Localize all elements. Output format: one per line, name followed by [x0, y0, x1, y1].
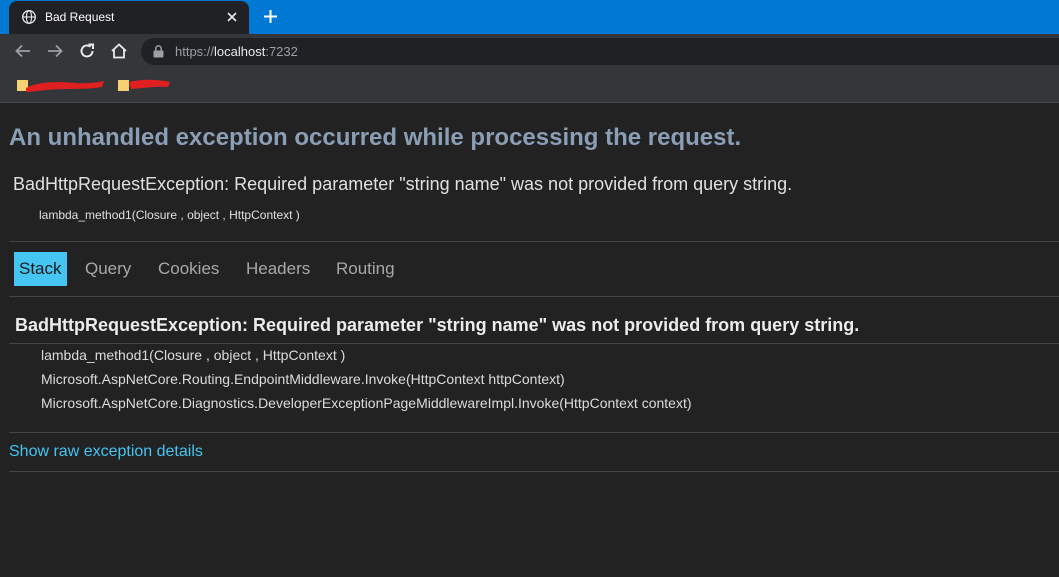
plus-icon[interactable] [262, 8, 279, 25]
divider [9, 432, 1059, 433]
bookmarks-bar [0, 68, 1059, 103]
tab-strip: Bad Request [0, 0, 1059, 34]
tab-title: Bad Request [45, 10, 115, 24]
show-raw-details-link[interactable]: Show raw exception details [9, 443, 203, 461]
url-host: localhost [214, 44, 266, 59]
lock-icon[interactable] [153, 45, 164, 58]
browser-tab[interactable]: Bad Request [9, 1, 249, 34]
page-title: An unhandled exception occurred while pr… [9, 124, 742, 151]
exception-header: BadHttpRequestException: Required parame… [15, 315, 860, 335]
tab-routing[interactable]: Routing [331, 252, 400, 286]
browser-toolbar: https://localhost:7232 [0, 34, 1059, 68]
globe-icon [22, 10, 36, 24]
tab-headers[interactable]: Headers [241, 252, 315, 286]
forward-arrow-icon[interactable] [46, 42, 64, 60]
url-scheme: https:// [175, 44, 215, 59]
url-text: https://localhost:7232 [175, 44, 298, 59]
close-icon[interactable] [225, 10, 239, 24]
tab-query[interactable]: Query [80, 252, 136, 286]
divider [9, 343, 1059, 344]
error-page: An unhandled exception occurred while pr… [0, 103, 1059, 577]
stack-frame[interactable]: Microsoft.AspNetCore.Diagnostics.Develop… [41, 395, 692, 411]
bookmark-folder-icon[interactable] [16, 76, 106, 94]
address-bar[interactable]: https://localhost:7232 [141, 38, 1059, 65]
exception-summary-message: BadHttpRequestException: Required parame… [13, 174, 793, 194]
reload-icon[interactable] [78, 42, 96, 60]
home-icon[interactable] [110, 42, 128, 60]
back-arrow-icon[interactable] [14, 42, 32, 60]
tab-cookies[interactable]: Cookies [153, 252, 224, 286]
tab-stack[interactable]: Stack [14, 252, 67, 286]
divider [9, 296, 1059, 297]
url-port: :7232 [265, 44, 298, 59]
divider [9, 241, 1059, 242]
stack-frame[interactable]: Microsoft.AspNetCore.Routing.EndpointMid… [41, 371, 565, 387]
bookmark-folder-icon[interactable] [117, 76, 172, 94]
divider [9, 471, 1059, 472]
exception-summary-location: lambda_method1(Closure , object , HttpCo… [39, 208, 300, 222]
stack-frame[interactable]: lambda_method1(Closure , object , HttpCo… [41, 347, 345, 363]
